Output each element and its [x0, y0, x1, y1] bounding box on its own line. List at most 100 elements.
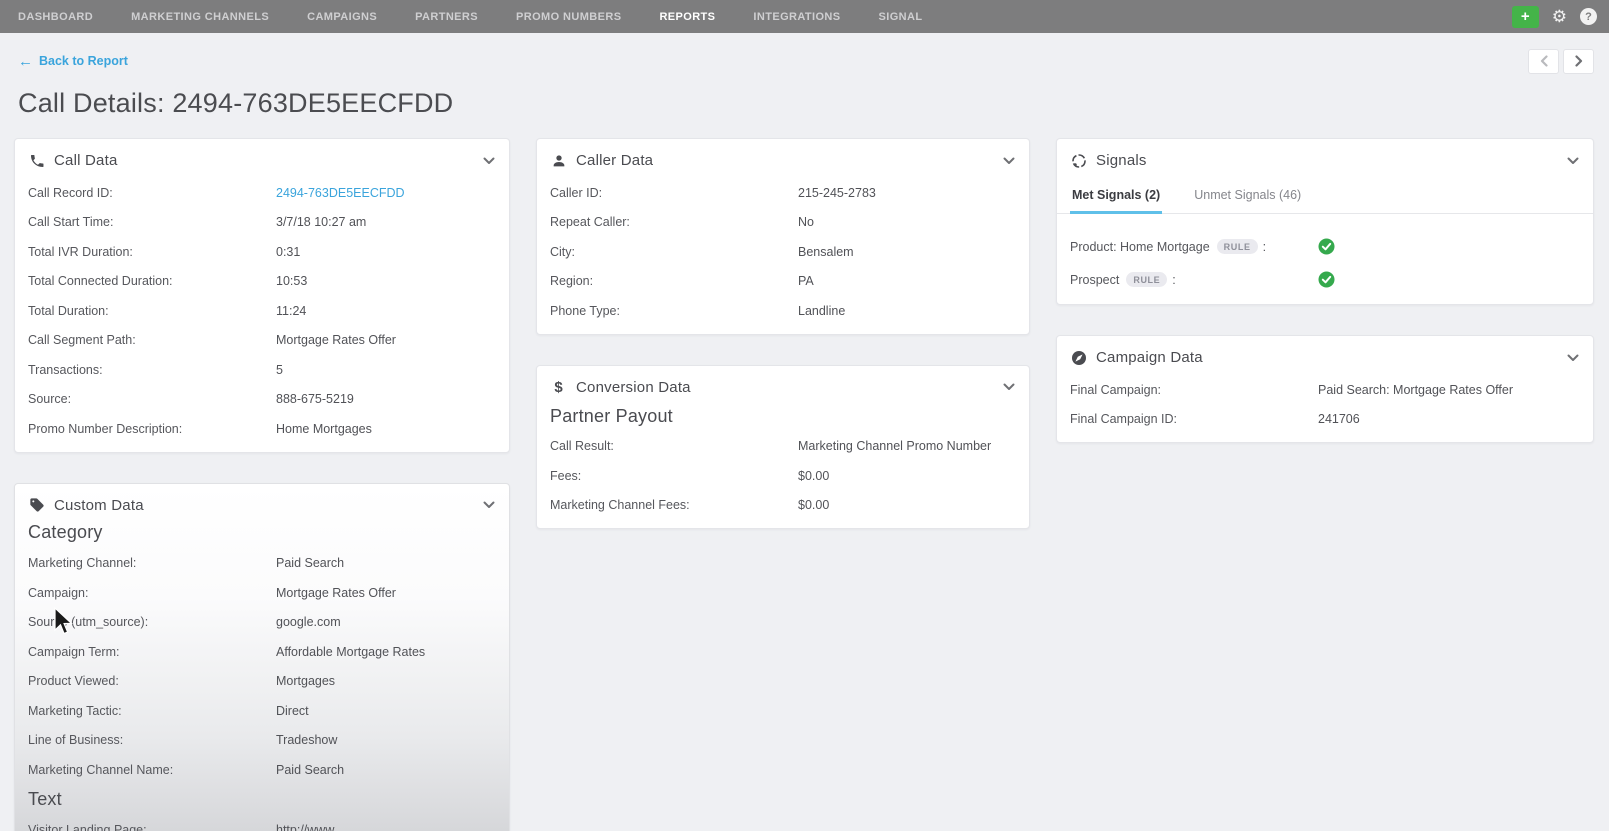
- back-to-report-link[interactable]: ← Back to Report: [18, 53, 128, 70]
- collapse-chevron-icon[interactable]: [1567, 157, 1579, 165]
- data-row: Repeat Caller: No: [537, 208, 1029, 238]
- met-check-icon: [1318, 271, 1335, 288]
- campaign-icon: [1070, 349, 1087, 366]
- add-button[interactable]: +: [1511, 5, 1539, 28]
- row-label: City:: [550, 244, 575, 259]
- collapse-chevron-icon[interactable]: [1003, 157, 1015, 165]
- data-row: Marketing Tactic: Direct: [15, 696, 509, 726]
- section-heading: Category: [28, 521, 103, 542]
- dollar-icon: $: [554, 378, 563, 396]
- back-arrow-icon: ←: [18, 52, 33, 70]
- column-1: Call Data Call Record ID: 2494-763DE5EECF…: [14, 138, 510, 831]
- conversion-data-title: Conversion Data: [576, 378, 691, 396]
- conversion-data-header: $ Conversion Data: [537, 366, 1029, 405]
- row-label: Source:: [28, 392, 72, 407]
- conversion-data-rows: Call Result: Marketing Channel Promo Numb…: [537, 432, 1029, 521]
- gear-icon[interactable]: ⚙: [1552, 8, 1567, 25]
- signal-label: Product: Home Mortgage RULE :: [1070, 239, 1267, 254]
- campaign-data-card: Campaign Data Final Campaign: Paid Search…: [1056, 335, 1594, 443]
- row-value: 888-675-5219: [276, 392, 354, 407]
- row-label: Region:: [550, 274, 594, 289]
- row-value-link[interactable]: 2494-763DE5EECFDD: [276, 186, 405, 200]
- row-value: 10:53: [276, 274, 308, 289]
- caller-data-rows: Caller ID: 215-245-2783 Repeat Caller: No Ci…: [537, 178, 1029, 326]
- data-row: Caller ID: 215-245-2783: [537, 178, 1029, 208]
- row-label: Marketing Tactic:: [28, 703, 122, 718]
- row-value: Mortgage Rates Offer: [276, 333, 396, 348]
- nav-item-dashboard[interactable]: DASHBOARD: [18, 11, 93, 23]
- row-value: Mortgages: [276, 674, 336, 689]
- nav-item-integrations[interactable]: INTEGRATIONS: [753, 11, 840, 23]
- caller-data-card: Caller Data Caller ID: 215-245-2783 Repeat…: [536, 138, 1030, 335]
- row-label: Source (utm_source):: [28, 615, 149, 630]
- column-3: Signals Met Signals (2) Unmet Signals (46…: [1056, 138, 1594, 443]
- call-data-header: Call Data: [15, 139, 509, 178]
- row-label: Final Campaign ID:: [1070, 412, 1177, 427]
- row-value: $0.00: [798, 468, 830, 483]
- row-value: 241706: [1318, 412, 1360, 427]
- row-label: Call Start Time:: [28, 215, 114, 230]
- nav-item-partners[interactable]: PARTNERS: [415, 11, 478, 23]
- topbar: ← Back to Report: [18, 48, 1594, 74]
- signals-rows: Product: Home Mortgage RULE : Prospect RULE…: [1057, 230, 1593, 296]
- campaign-data-rows: Final Campaign: Paid Search: Mortgage Rat…: [1057, 375, 1593, 434]
- next-call-button[interactable]: [1563, 48, 1594, 74]
- nav-right-controls: + ⚙ ?: [1511, 5, 1597, 28]
- row-label: Phone Type:: [550, 303, 620, 318]
- row-value: Mortgage Rates Offer: [276, 585, 396, 600]
- section-rows: Marketing Channel: Paid Search Campaign: Mo…: [15, 549, 509, 785]
- row-value: http://www...: [276, 823, 345, 831]
- call-data-card: Call Data Call Record ID: 2494-763DE5EECF…: [14, 138, 510, 453]
- row-label: Transactions:: [28, 362, 103, 377]
- row-value: Paid Search: Mortgage Rates Offer: [1318, 382, 1514, 397]
- nav-item-signal[interactable]: SIGNAL: [879, 11, 923, 23]
- data-row: Transactions: 5: [15, 355, 509, 385]
- rule-badge: RULE: [1126, 272, 1168, 287]
- custom-data-card: Custom Data Category Marketing Channel: Pa…: [14, 482, 510, 831]
- nav-item-promo-numbers[interactable]: PROMO NUMBERS: [516, 11, 621, 23]
- data-row: Line of Business: Tradeshow: [15, 726, 509, 756]
- data-row: Total IVR Duration: 0:31: [15, 237, 509, 267]
- data-row: Source (utm_source): google.com: [15, 608, 509, 638]
- nav-item-reports[interactable]: REPORTS: [659, 11, 715, 23]
- row-value: Landline: [798, 303, 846, 318]
- row-label: Total IVR Duration:: [28, 244, 133, 259]
- campaign-data-header: Campaign Data: [1057, 336, 1593, 375]
- section-heading: Text: [28, 788, 62, 809]
- nav-item-campaigns[interactable]: CAMPAIGNS: [307, 11, 377, 23]
- collapse-chevron-icon[interactable]: [1003, 383, 1015, 391]
- data-row: Marketing Channel: Paid Search: [15, 549, 509, 579]
- signals-tabs: Met Signals (2) Unmet Signals (46): [1057, 178, 1593, 214]
- collapse-chevron-icon[interactable]: [483, 501, 495, 509]
- row-value: PA: [798, 274, 814, 289]
- help-icon[interactable]: ?: [1580, 8, 1597, 25]
- row-label: Total Duration:: [28, 303, 109, 318]
- row-label: Fees:: [550, 468, 582, 483]
- call-pager: [1528, 48, 1594, 74]
- row-label: Campaign Term:: [28, 644, 120, 659]
- row-label: Product Viewed:: [28, 674, 119, 689]
- rule-badge: RULE: [1216, 239, 1258, 254]
- signals-header: Signals: [1057, 139, 1593, 178]
- nav-item-marketing-channels[interactable]: MARKETING CHANNELS: [131, 11, 269, 23]
- tab-met-signals-2[interactable]: Met Signals (2): [1070, 180, 1163, 214]
- row-label: Repeat Caller:: [550, 215, 630, 230]
- collapse-chevron-icon[interactable]: [483, 157, 495, 165]
- row-value: Affordable Mortgage Rates: [276, 644, 426, 659]
- signals-title: Signals: [1096, 152, 1147, 169]
- chevron-left-icon: [1540, 55, 1548, 67]
- tab-unmet-signals-46[interactable]: Unmet Signals (46): [1192, 180, 1303, 214]
- back-link-label: Back to Report: [39, 54, 128, 68]
- data-row: Product Viewed: Mortgages: [15, 667, 509, 697]
- row-value: No: [798, 215, 814, 230]
- row-label: Marketing Channel Fees:: [550, 498, 690, 513]
- call-data-title: Call Data: [54, 152, 118, 169]
- content-columns: Call Data Call Record ID: 2494-763DE5EECF…: [14, 138, 1594, 831]
- previous-call-button[interactable]: [1528, 48, 1559, 74]
- collapse-chevron-icon[interactable]: [1567, 354, 1579, 362]
- data-row: Final Campaign: Paid Search: Mortgage Rat…: [1057, 375, 1593, 405]
- data-row: Marketing Channel Fees: $0.00: [537, 491, 1029, 521]
- row-value: google.com: [276, 615, 341, 630]
- custom-data-header: Custom Data: [15, 484, 509, 520]
- data-row: Call Record ID: 2494-763DE5EECFDD: [15, 178, 509, 208]
